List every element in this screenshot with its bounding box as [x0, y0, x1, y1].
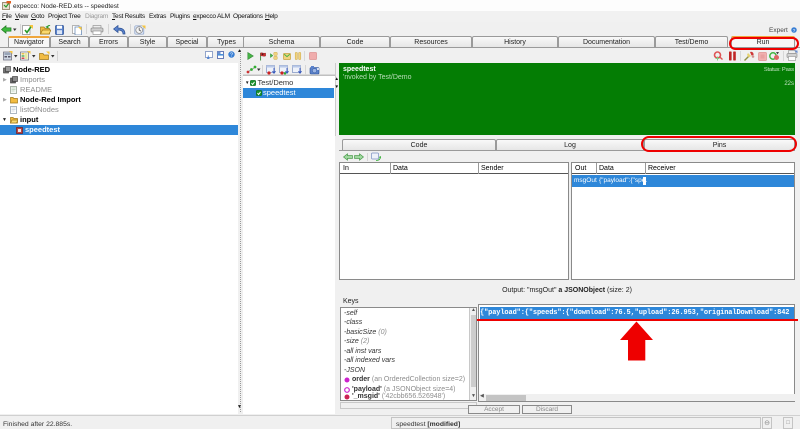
svg-text:?: ?	[230, 53, 233, 58]
